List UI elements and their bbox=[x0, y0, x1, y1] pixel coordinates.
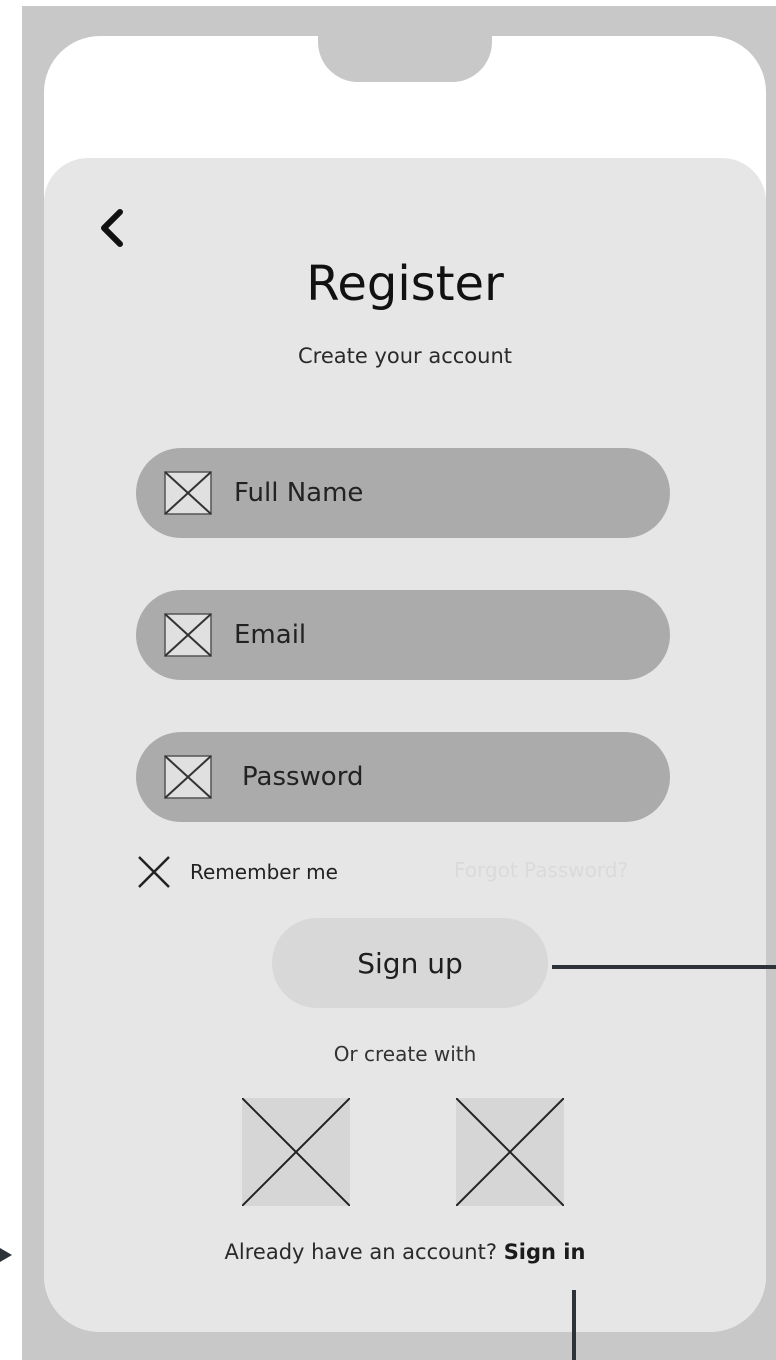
remember-me-checkbox[interactable]: Remember me bbox=[136, 854, 338, 890]
back-button[interactable] bbox=[92, 204, 132, 252]
sign-up-button[interactable]: Sign up bbox=[272, 918, 548, 1008]
placeholder-image-icon bbox=[455, 1097, 565, 1207]
social-login-button-1[interactable] bbox=[241, 1097, 351, 1207]
sign-in-link[interactable]: Sign in bbox=[504, 1240, 586, 1264]
email-field[interactable]: Email bbox=[136, 590, 670, 680]
placeholder-image-icon bbox=[164, 471, 212, 515]
social-divider-text: Or create with bbox=[333, 1042, 477, 1066]
flow-arrow-icon bbox=[0, 1248, 12, 1262]
chevron-left-icon bbox=[101, 209, 123, 247]
register-card: Register Create your account Full Name E… bbox=[44, 158, 766, 1332]
page-title: Register bbox=[306, 256, 504, 312]
flow-connector-signin bbox=[572, 1290, 576, 1360]
page-subtitle: Create your account bbox=[297, 344, 512, 368]
password-placeholder: Password bbox=[242, 762, 364, 792]
phone-notch bbox=[318, 36, 492, 82]
placeholder-image-icon bbox=[164, 613, 212, 657]
placeholder-image-icon bbox=[164, 755, 212, 799]
sign-in-prompt-text: Already have an account? bbox=[224, 1240, 497, 1264]
full-name-field[interactable]: Full Name bbox=[136, 448, 670, 538]
remember-me-label: Remember me bbox=[190, 860, 338, 884]
checkbox-cross-icon bbox=[138, 856, 170, 888]
password-field[interactable]: Password bbox=[136, 732, 670, 822]
flow-connector-signup bbox=[552, 965, 776, 969]
full-name-placeholder: Full Name bbox=[234, 478, 364, 508]
sign-in-prompt: Already have an account? Sign in bbox=[44, 1240, 766, 1264]
phone-screen: Register Create your account Full Name E… bbox=[44, 36, 766, 1332]
placeholder-image-icon bbox=[241, 1097, 351, 1207]
email-placeholder: Email bbox=[234, 620, 307, 650]
social-login-button-2[interactable] bbox=[455, 1097, 565, 1207]
forgot-password-link[interactable]: Forgot Password? bbox=[454, 858, 628, 882]
